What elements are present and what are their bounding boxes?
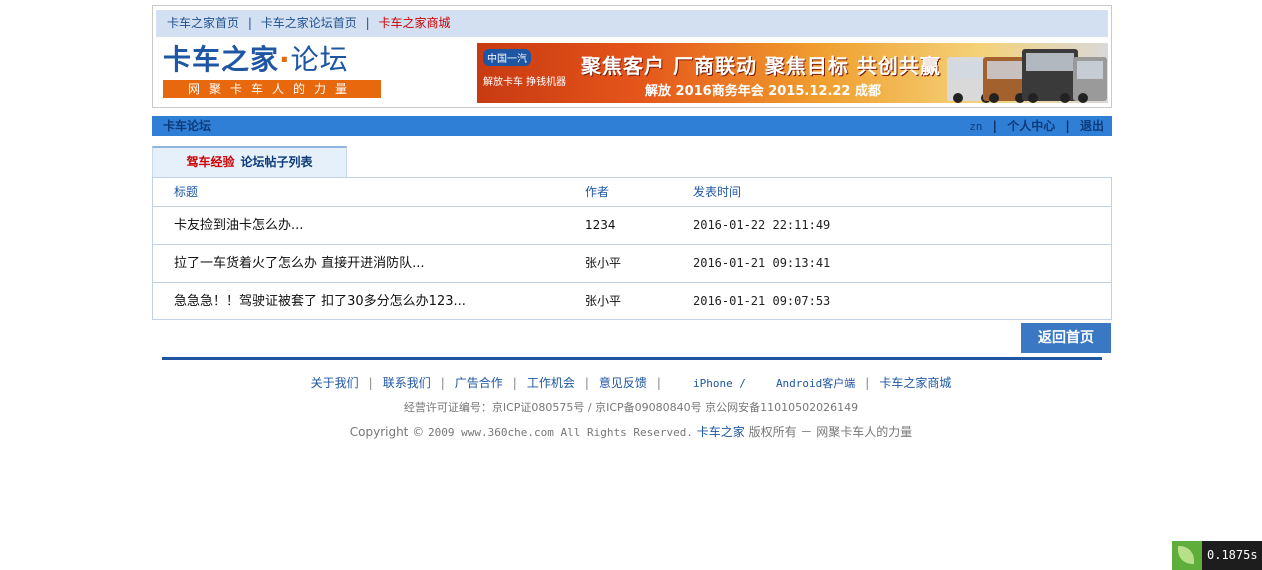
tab-label: 论坛帖子列表 [240,155,313,169]
truck-image [1022,49,1078,103]
user-menu-separator: | [992,119,998,133]
footer-link-about[interactable]: 关于我们 [311,376,359,390]
footer-separator: | [368,376,373,390]
logo-title-dot: · [279,43,291,76]
username[interactable]: zn [969,120,982,133]
banner-subline: 解放 2016商务年会 2015.12.22 成都 [645,84,881,99]
footer-divider [162,357,1102,360]
banner-jiefang: 解放卡车 挣钱机器 [483,77,567,88]
logo-title: 卡车之家·论坛 [163,44,383,76]
footer-link-jobs[interactable]: 工作机会 [527,376,575,390]
logout-link[interactable]: 退出 [1080,119,1104,133]
nav-separator: | [365,16,370,30]
post-author: 1234 [585,218,616,232]
nav-separator: | [247,16,252,30]
tab-forum-name: 驾车经验 [186,155,235,169]
footer-link-iphone[interactable]: iPhone / [693,377,746,390]
post-title-link[interactable]: 卡友捡到油卡怎么办... [174,207,303,244]
footer-separator: | [440,376,445,390]
table-row: 急急急！！驾驶证被套了 扣了30多分怎么办123... 张小平 2016-01-… [153,283,1111,321]
post-title-link[interactable]: 拉了一车货着火了怎么办 直接开进消防队... [174,245,425,282]
footer-separator: | [584,376,589,390]
post-title-link[interactable]: 急急急！！驾驶证被套了 扣了30多分怎么办123... [174,283,466,320]
page-timer-widget: 0.1875s [1172,541,1262,570]
footer-separator: | [865,376,870,390]
copyright-brand-link[interactable]: 卡车之家 [697,425,745,439]
banner-brand: 中国一汽 [483,49,531,66]
footer-link-ads[interactable]: 广告合作 [455,376,503,390]
user-menu: zn | 个人中心 | 退出 [969,116,1104,137]
logo-title-sub: 论坛 [290,43,349,76]
footer-links: 关于我们 | 联系我们 | 广告合作 | 工作机会 | 意见反馈 | iPhone / Android… [0,374,1262,391]
footer-link-mall[interactable]: 卡车之家商城 [879,376,951,390]
footer-icp: 经营许可证编号：京ICP证080575号 / 京ICP备09080840号 京公… [403,401,859,414]
post-time: 2016-01-21 09:13:41 [693,256,831,270]
footer-copyright: Copyright © 2009 www.360che.com All Righ… [0,423,1262,440]
copyright-prefix: Copyright © [349,425,425,439]
post-author: 张小平 [585,294,622,308]
personal-center-link[interactable]: 个人中心 [1007,119,1055,133]
banner-headline: 聚焦客户 厂商联动 聚焦目标 共创共赢 [581,54,941,78]
truck-image [1073,57,1107,103]
post-author: 张小平 [585,256,622,270]
site-header: 卡车之家首页 | 卡车之家论坛首页 | 卡车之家商城 卡车之家·论坛 网聚卡车人… [152,5,1112,108]
table-header: 标题 作者 发表时间 [153,178,1111,207]
footer-link-feedback[interactable]: 意见反馈 [599,376,647,390]
header-author: 作者 [585,185,610,199]
site-logo[interactable]: 卡车之家·论坛 网聚卡车人的力量 [163,44,383,100]
ad-banner[interactable]: 中国一汽 解放卡车 挣钱机器 聚焦客户 厂商联动 聚焦目标 共创共赢 解放 20… [477,43,1108,103]
footer-separator: | [656,376,661,390]
back-home-button[interactable]: 返回首页 [1021,323,1111,353]
leaf-icon [1172,541,1202,570]
tab-post-list[interactable]: 驾车经验 论坛帖子列表 [152,146,347,177]
nav-link-home[interactable]: 卡车之家首页 [167,16,239,30]
post-list-table: 标题 作者 发表时间 卡友捡到油卡怎么办... 1234 2016-01-22 … [152,177,1112,320]
user-menu-separator: | [1065,119,1070,133]
post-time: 2016-01-21 09:07:53 [693,294,831,308]
timer-value: 0.1875s [1207,548,1258,562]
footer-separator: | [512,376,517,390]
header-time: 发表时间 [693,185,742,199]
forum-nav-bar: 卡车论坛 zn | 个人中心 | 退出 [152,116,1112,136]
logo-slogan: 网聚卡车人的力量 [163,80,381,98]
copyright-suffix: 版权所有 － 网聚卡车人的力量 [748,425,913,439]
footer-link-contact[interactable]: 联系我们 [383,376,431,390]
top-nav: 卡车之家首页 | 卡车之家论坛首页 | 卡车之家商城 [156,10,1108,37]
nav-link-forum-home[interactable]: 卡车之家论坛首页 [261,16,357,30]
table-row: 卡友捡到油卡怎么办... 1234 2016-01-22 22:11:49 [153,207,1111,245]
forum-title-link[interactable]: 卡车论坛 [163,116,211,136]
header-title: 标题 [174,185,199,199]
logo-title-main: 卡车之家 [163,43,280,76]
post-time: 2016-01-22 22:11:49 [693,218,831,232]
nav-link-mall[interactable]: 卡车之家商城 [378,16,450,30]
copyright-site: 2009 www.360che.com All Rights Reserved. [428,426,693,439]
footer-link-android[interactable]: Android客户端 [776,377,855,390]
table-row: 拉了一车货着火了怎么办 直接开进消防队... 张小平 2016-01-21 09… [153,245,1111,283]
